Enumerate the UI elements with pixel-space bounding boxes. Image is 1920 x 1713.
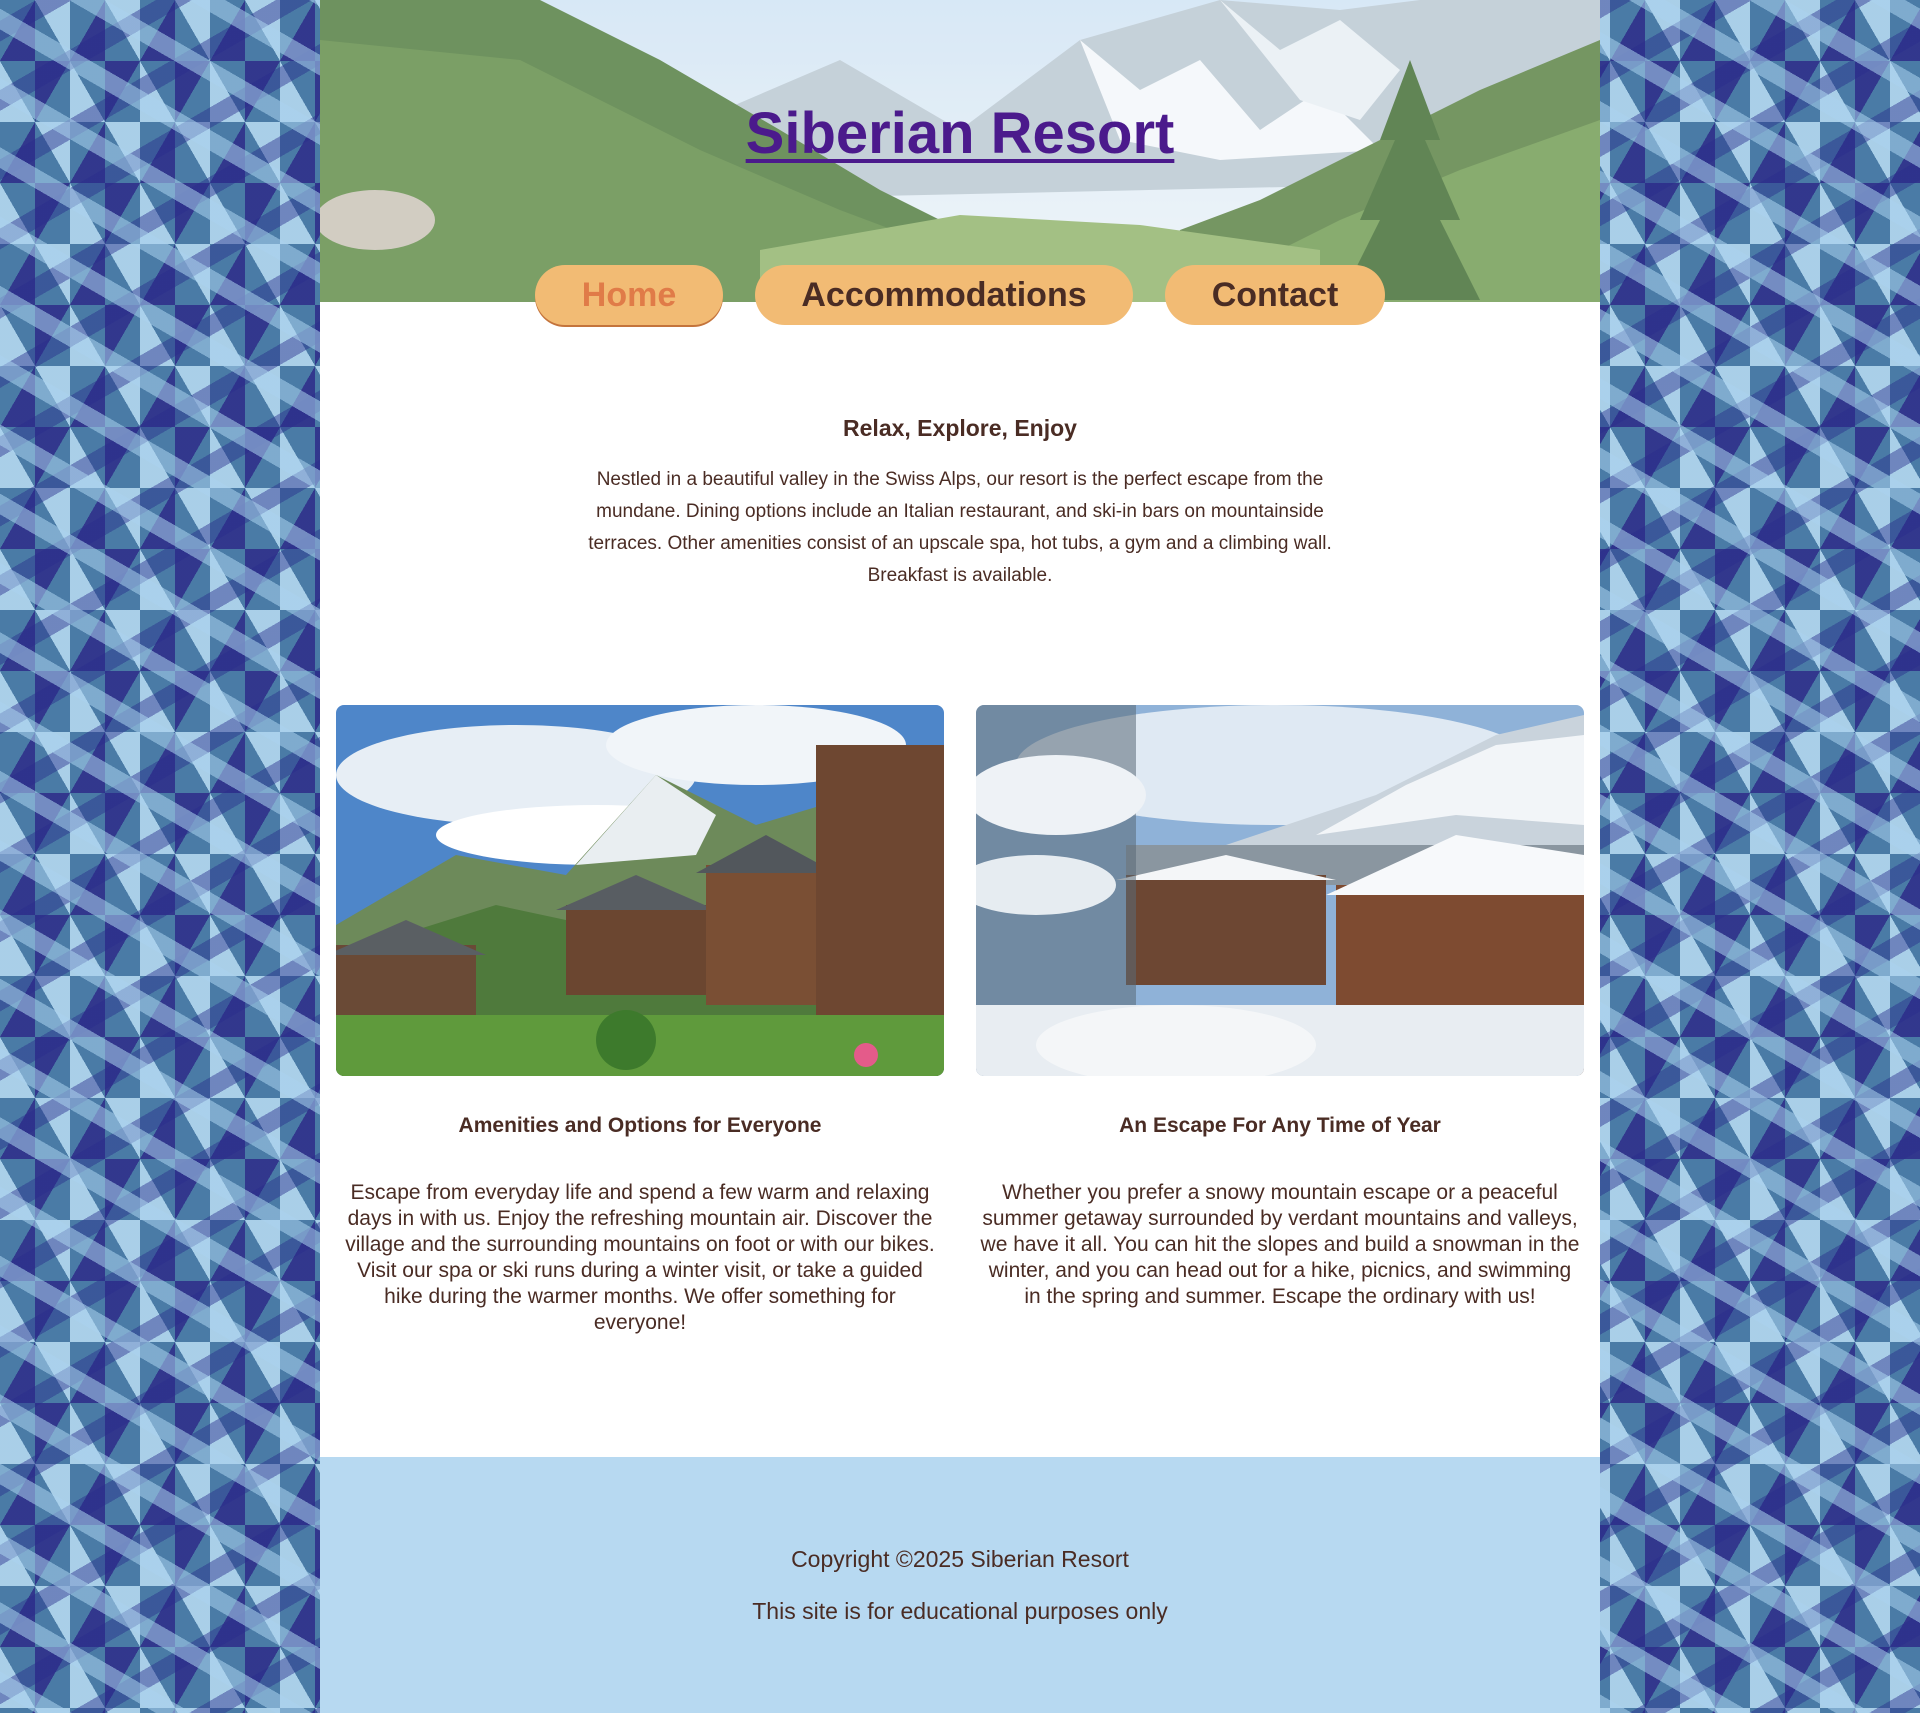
winter-village-photo <box>976 705 1584 1076</box>
card-summer-heading: Amenities and Options for Everyone <box>458 1114 822 1137</box>
intro-text: Nestled in a beautiful valley in the Swi… <box>588 469 1332 586</box>
footer-note: This site is for educational purposes on… <box>752 1598 1168 1624</box>
card-summer: Amenities and Options for Everyone Escap… <box>336 705 944 1336</box>
nav-accommodations-button[interactable]: Accommodations <box>755 265 1133 325</box>
main-nav: Home Accommodations Contact <box>320 265 1600 325</box>
card-winter: An Escape For Any Time of Year Whether y… <box>976 705 1584 1336</box>
page-container: Siberian Resort Home Accommodations Cont… <box>320 0 1600 1713</box>
card-winter-heading: An Escape For Any Time of Year <box>1119 1114 1441 1137</box>
nav-home-button[interactable]: Home <box>535 265 723 325</box>
site-title[interactable]: Siberian Resort <box>320 100 1600 167</box>
feature-cards: Amenities and Options for Everyone Escap… <box>336 705 1584 1336</box>
nav-contact-button[interactable]: Contact <box>1165 265 1385 325</box>
intro-section: Relax, Explore, Enjoy Nestled in a beaut… <box>320 415 1600 592</box>
hero-header: Siberian Resort Home Accommodations Cont… <box>320 0 1600 325</box>
footer-copyright: Copyright ©2025 Siberian Resort <box>791 1546 1129 1572</box>
summer-village-photo <box>336 705 944 1076</box>
intro-heading: Relax, Explore, Enjoy <box>843 415 1077 441</box>
card-summer-text: Escape from everyday life and spend a fe… <box>345 1181 935 1334</box>
card-winter-text: Whether you prefer a snowy mountain esca… <box>980 1181 1580 1308</box>
site-footer: Copyright ©2025 Siberian Resort This sit… <box>320 1457 1600 1713</box>
